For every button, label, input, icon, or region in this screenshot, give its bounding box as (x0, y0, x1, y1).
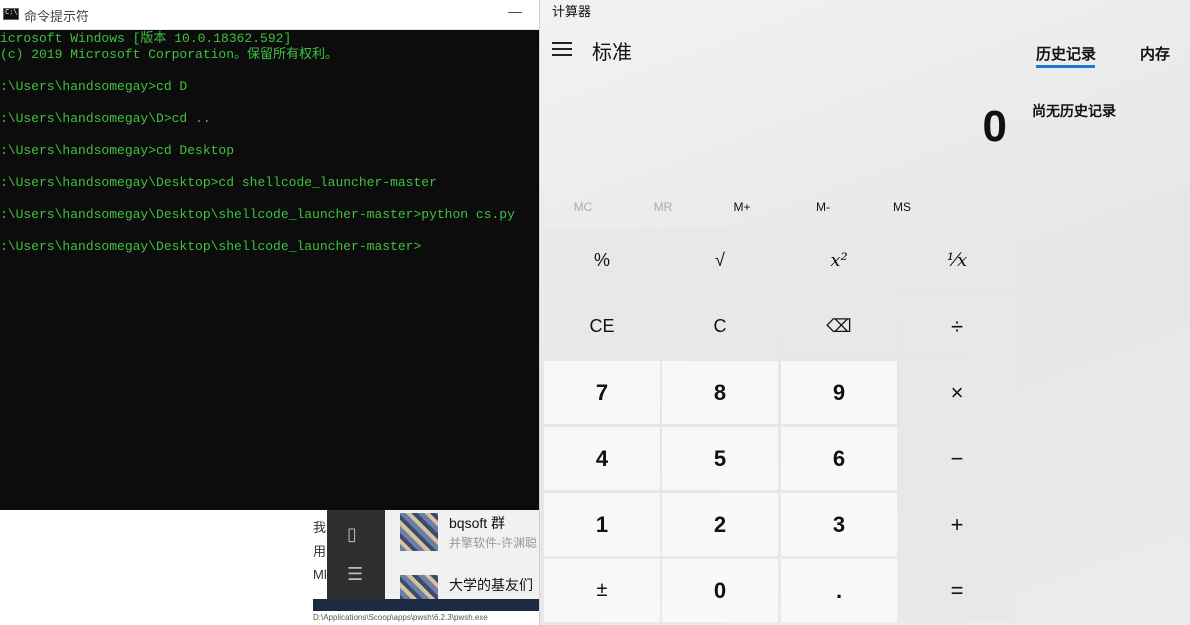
menu-icon[interactable]: ☰ (347, 564, 363, 585)
hamburger-menu-icon[interactable] (550, 38, 574, 60)
decimal-button[interactable]: . (781, 559, 897, 622)
subtract-button[interactable]: − (899, 427, 1015, 490)
chat-list: bqsoft 群 并擎软件-许渊聪 大学的基友们 (385, 510, 540, 600)
console-prompt: :\Users\handsomegay\Desktop\shellcode_la… (0, 239, 422, 254)
cmd-app-icon (3, 8, 19, 20)
digit-8-button[interactable]: 8 (662, 361, 778, 424)
square-root-button[interactable]: √ (662, 229, 778, 292)
background-text-1: 我 (313, 520, 327, 535)
add-button[interactable]: + (899, 493, 1015, 556)
backspace-icon[interactable]: ⌫ (781, 295, 897, 358)
group-avatar (400, 513, 438, 551)
phone-icon[interactable]: ▯ (347, 524, 357, 545)
background-text-3: Ml (313, 567, 327, 582)
memory-clear-button[interactable]: MC (553, 200, 613, 218)
digit-7-button[interactable]: 7 (544, 361, 660, 424)
minimize-button[interactable]: — (508, 3, 522, 19)
clear-entry-button[interactable]: CE (544, 295, 660, 358)
memory-subtract-button[interactable]: M- (793, 200, 853, 218)
tab-memory[interactable]: 内存 (1140, 43, 1170, 64)
digit-1-button[interactable]: 1 (544, 493, 660, 556)
console-line: icrosoft Windows [版本 10.0.18362.592] (0, 31, 292, 46)
background-text-2: 用 (313, 544, 327, 559)
chat-list-item[interactable]: 大学的基友们 (385, 572, 540, 600)
digit-4-button[interactable]: 4 (544, 427, 660, 490)
chat-list-item[interactable]: bqsoft 群 并擎软件-许渊聪 (385, 510, 540, 555)
console-line: :\Users\handsomegay>cd Desktop (0, 143, 235, 158)
reciprocal-button[interactable]: ¹⁄x (899, 229, 1015, 292)
digit-3-button[interactable]: 3 (781, 493, 897, 556)
cmd-window-title: 命令提示符 (24, 9, 90, 24)
active-tab-indicator (1036, 65, 1095, 68)
equals-button[interactable]: = (899, 559, 1015, 622)
command-prompt-window: 命令提示符 — icrosoft Windows [版本 10.0.18362.… (0, 0, 539, 510)
chat-sidebar: ▯ ☰ (327, 510, 385, 600)
calculator-mode-title: 标准 (592, 42, 632, 64)
digit-6-button[interactable]: 6 (781, 427, 897, 490)
digit-9-button[interactable]: 9 (781, 361, 897, 424)
group-avatar (400, 575, 438, 600)
chat-preview: 并擎软件-许渊聪 (449, 536, 537, 550)
percent-button[interactable]: % (544, 229, 660, 292)
negate-button[interactable]: ± (544, 559, 660, 622)
taskbar-path: D:\Applications\Scoop\apps\pwsh\6.2.3\pw… (313, 611, 540, 625)
multiply-button[interactable]: × (899, 361, 1015, 424)
divide-button[interactable]: ÷ (899, 295, 1015, 358)
digit-0-button[interactable]: 0 (662, 559, 778, 622)
square-button[interactable]: x² (781, 229, 897, 292)
console-line: :\Users\handsomegay\Desktop>cd shellcode… (0, 175, 437, 190)
console-line: (c) 2019 Microsoft Corporation。保留所有权利。 (0, 47, 339, 62)
cmd-console[interactable]: icrosoft Windows [版本 10.0.18362.592] (c)… (0, 30, 539, 510)
memory-add-button[interactable]: M+ (712, 200, 772, 218)
cmd-titlebar[interactable]: 命令提示符 — (0, 0, 539, 30)
calculator-app-title: 计算器 (552, 4, 592, 19)
digit-5-button[interactable]: 5 (662, 427, 778, 490)
clear-button[interactable]: C (662, 295, 778, 358)
chat-name: bqsoft 群 (449, 515, 506, 531)
history-empty-message: 尚无历史记录 (1032, 103, 1116, 119)
memory-recall-button[interactable]: MR (633, 200, 693, 218)
console-line: :\Users\handsomegay\Desktop\shellcode_la… (0, 207, 515, 222)
calculator-window: 计算器 标准 0 MC MR M+ M- MS % √ x² ¹⁄x CE C … (539, 0, 1190, 625)
digit-2-button[interactable]: 2 (662, 493, 778, 556)
chat-name: 大学的基友们 (449, 577, 533, 593)
memory-store-button[interactable]: MS (872, 200, 932, 218)
calculator-display: 0 (982, 102, 1007, 151)
taskbar-preview: D:\Applications\Scoop\apps\pwsh\6.2.3\pw… (313, 599, 540, 625)
tab-history[interactable]: 历史记录 (1036, 43, 1096, 64)
console-line: :\Users\handsomegay\D>cd .. (0, 111, 211, 126)
console-line: :\Users\handsomegay>cd D (0, 79, 188, 94)
